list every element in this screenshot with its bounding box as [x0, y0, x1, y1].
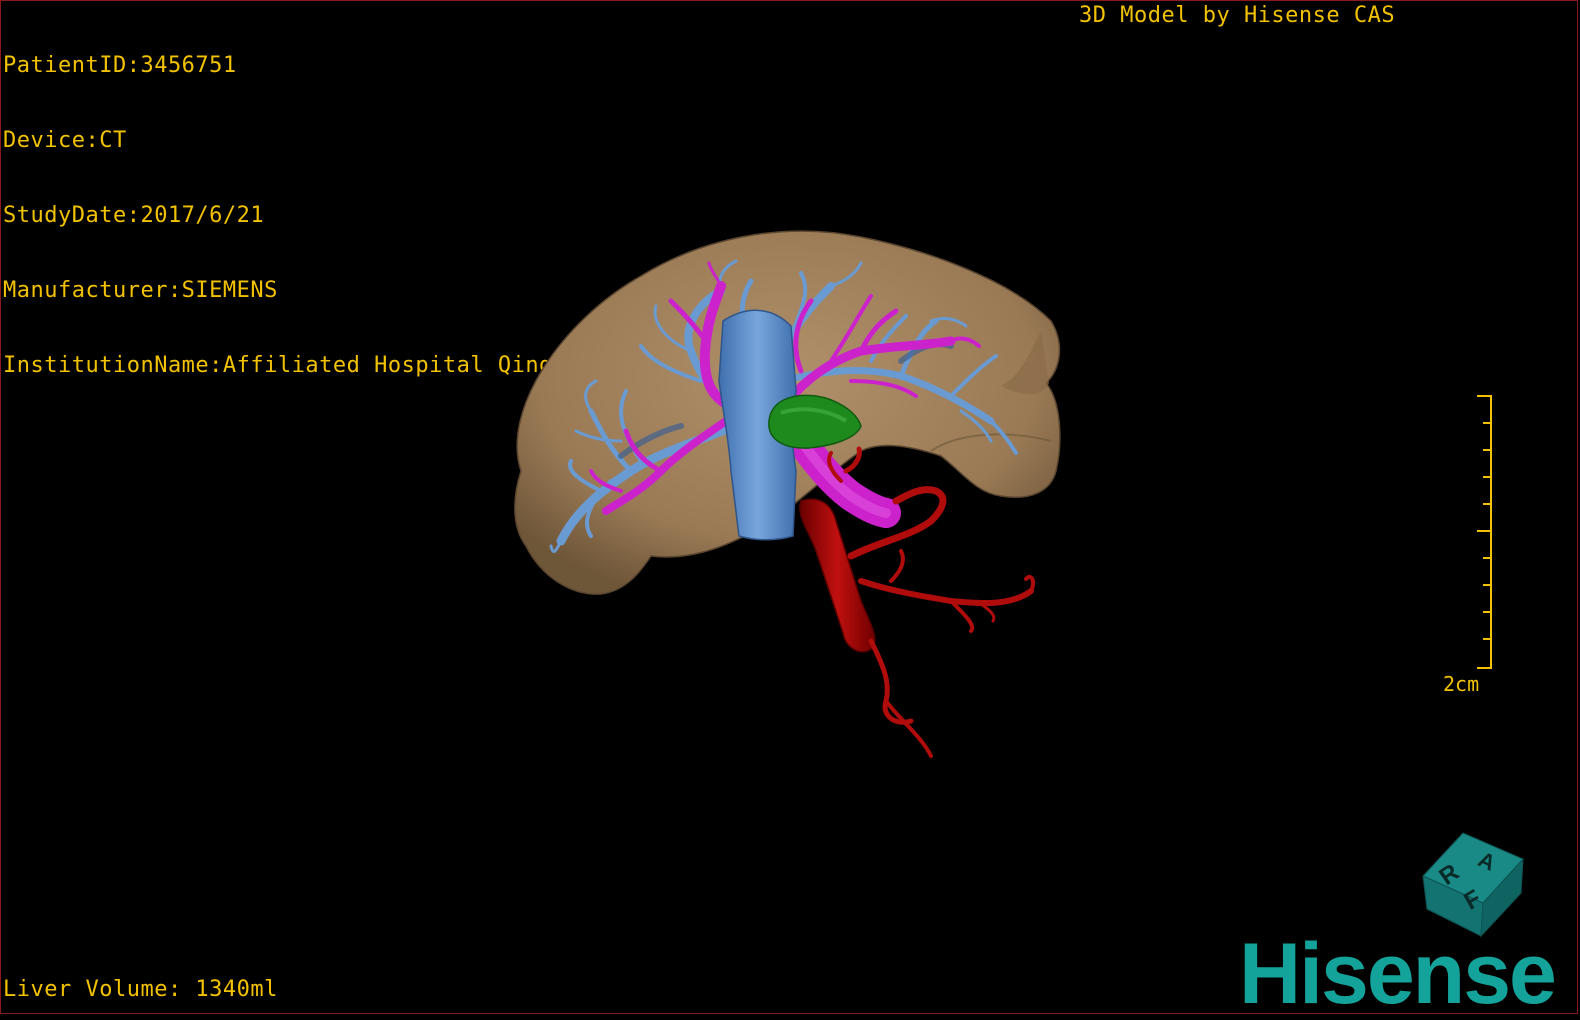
scale-bar [1477, 395, 1492, 669]
hisense-logo: Hisense [1239, 926, 1557, 1014]
liver-volume-label: Liver Volume: 1340ml [3, 977, 278, 1002]
3d-viewport[interactable]: PatientID:3456751 Device:CT StudyDate:20… [0, 0, 1578, 1014]
orientation-cube[interactable]: R A F [1413, 831, 1533, 941]
liver-3d-model[interactable] [1, 1, 1577, 1013]
scale-label: 2cm [1443, 672, 1480, 696]
aorta [799, 498, 876, 653]
